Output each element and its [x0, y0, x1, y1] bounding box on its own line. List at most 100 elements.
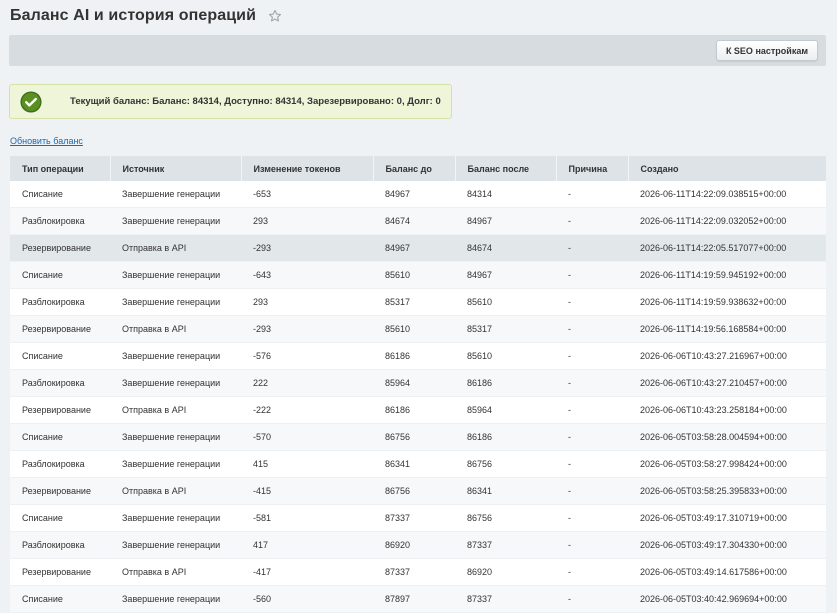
cell-reason: -: [556, 315, 628, 343]
cell-operation-type: Разблокировка: [10, 531, 110, 559]
cell-created: 2026-06-06T10:43:27.216967+00:00: [628, 342, 826, 370]
cell-created: 2026-06-11T14:22:09.032052+00:00: [628, 207, 826, 235]
cell-token-change: -222: [241, 396, 373, 424]
cell-reason: -: [556, 558, 628, 586]
cell-balance-before: 85964: [373, 369, 455, 397]
table-row[interactable]: Резервирование Отправка в API -415 86756 863…: [10, 477, 826, 505]
cell-created: 2026-06-11T14:22:09.038515+00:00: [628, 181, 826, 208]
cell-created: 2026-06-05T03:49:17.310719+00:00: [628, 504, 826, 532]
cell-balance-after: 85610: [455, 342, 556, 370]
table-row[interactable]: Списание Завершение генерации -653 84967 843…: [10, 181, 826, 208]
cell-balance-before: 86756: [373, 423, 455, 451]
refresh-balance-link[interactable]: Обновить баланс: [10, 136, 83, 146]
cell-reason: -: [556, 423, 628, 451]
cell-reason: -: [556, 504, 628, 532]
table-row[interactable]: Списание Завершение генерации -643 85610 849…: [10, 261, 826, 289]
cell-reason: -: [556, 234, 628, 262]
cell-token-change: 222: [241, 369, 373, 397]
cell-operation-type: Резервирование: [10, 315, 110, 343]
cell-source: Отправка в API: [110, 477, 241, 505]
table-header-row: Тип операции Источник Изменение токенов Бал…: [10, 156, 826, 181]
cell-balance-after: 86341: [455, 477, 556, 505]
page: Баланс AI и история операций К SEO настр…: [0, 0, 837, 613]
table-row[interactable]: Разблокировка Завершение генерации 417 8692…: [10, 531, 826, 559]
table-row[interactable]: Разблокировка Завершение генерации 293 8467…: [10, 207, 826, 235]
page-title: Баланс AI и история операций: [10, 7, 257, 24]
toolbar: К SEO настройкам: [9, 35, 826, 66]
table-row[interactable]: Разблокировка Завершение генерации 415 8634…: [10, 450, 826, 478]
cell-balance-after: 86920: [455, 558, 556, 586]
table-row[interactable]: Списание Завершение генерации -581 87337 867…: [10, 504, 826, 532]
cell-operation-type: Резервирование: [10, 234, 110, 262]
cell-source: Завершение генерации: [110, 450, 241, 478]
cell-source: Завершение генерации: [110, 207, 241, 235]
cell-balance-after: 86186: [455, 423, 556, 451]
cell-source: Завершение генерации: [110, 531, 241, 559]
cell-balance-before: 87337: [373, 504, 455, 532]
cell-balance-before: 86341: [373, 450, 455, 478]
column-header-source[interactable]: Источник: [110, 156, 242, 181]
table-row[interactable]: Списание Завершение генерации -560 87897 873…: [10, 585, 826, 613]
cell-reason: -: [556, 585, 628, 613]
cell-balance-after: 86756: [455, 504, 556, 532]
cell-created: 2026-06-05T03:40:42.969694+00:00: [628, 585, 826, 613]
cell-source: Завершение генерации: [110, 181, 241, 208]
table-row[interactable]: Разблокировка Завершение генерации 293 8531…: [10, 288, 826, 316]
column-header-balance-after[interactable]: Баланс после: [455, 156, 557, 181]
table-header: Тип операции Источник Изменение токенов Бал…: [10, 156, 826, 181]
cell-source: Завершение генерации: [110, 261, 241, 289]
cell-balance-after: 85317: [455, 315, 556, 343]
cell-balance-after: 84674: [455, 234, 556, 262]
cell-operation-type: Разблокировка: [10, 207, 110, 235]
table-row[interactable]: Разблокировка Завершение генерации 222 8596…: [10, 369, 826, 397]
cell-balance-after: 84314: [455, 181, 556, 208]
cell-created: 2026-06-05T03:49:17.304330+00:00: [628, 531, 826, 559]
cell-operation-type: Списание: [10, 423, 110, 451]
cell-balance-after: 84967: [455, 261, 556, 289]
title-row: Баланс AI и история операций: [10, 4, 282, 28]
column-header-reason[interactable]: Причина: [556, 156, 629, 181]
cell-balance-before: 85610: [373, 261, 455, 289]
column-header-created[interactable]: Создано: [628, 156, 826, 181]
cell-balance-before: 85317: [373, 288, 455, 316]
cell-balance-after: 86756: [455, 450, 556, 478]
table-row[interactable]: Резервирование Отправка в API -417 87337 869…: [10, 558, 826, 586]
table-row[interactable]: Резервирование Отправка в API -293 84967 846…: [10, 234, 826, 262]
cell-balance-before: 87897: [373, 585, 455, 613]
check-circle-icon: [20, 91, 42, 113]
table-row[interactable]: Резервирование Отправка в API -293 85610 853…: [10, 315, 826, 343]
column-header-balance-before[interactable]: Баланс до: [373, 156, 456, 181]
cell-operation-type: Списание: [10, 504, 110, 532]
cell-balance-after: 85610: [455, 288, 556, 316]
cell-created: 2026-06-06T10:43:23.258184+00:00: [628, 396, 826, 424]
cell-balance-after: 85964: [455, 396, 556, 424]
cell-operation-type: Списание: [10, 585, 110, 613]
balance-notice-text: Текущий баланс: Баланс: 84314, Доступно:…: [70, 96, 441, 107]
cell-reason: -: [556, 369, 628, 397]
cell-created: 2026-06-11T14:22:05.517077+00:00: [628, 234, 826, 262]
cell-balance-after: 87337: [455, 531, 556, 559]
table-row[interactable]: Резервирование Отправка в API -222 86186 859…: [10, 396, 826, 424]
cell-token-change: -293: [241, 315, 373, 343]
cell-operation-type: Списание: [10, 181, 110, 208]
cell-token-change: -415: [241, 477, 373, 505]
cell-operation-type: Списание: [10, 261, 110, 289]
cell-token-change: 417: [241, 531, 373, 559]
cell-token-change: -570: [241, 423, 373, 451]
cell-balance-after: 86186: [455, 369, 556, 397]
column-header-operation-type[interactable]: Тип операции: [10, 156, 111, 181]
cell-created: 2026-06-05T03:58:27.998424+00:00: [628, 450, 826, 478]
cell-created: 2026-06-05T03:58:25.395833+00:00: [628, 477, 826, 505]
seo-settings-button[interactable]: К SEO настройкам: [715, 40, 818, 61]
cell-token-change: 415: [241, 450, 373, 478]
cell-source: Завершение генерации: [110, 585, 241, 613]
star-icon[interactable]: [268, 9, 282, 23]
cell-balance-before: 84967: [373, 234, 455, 262]
cell-token-change: -643: [241, 261, 373, 289]
cell-operation-type: Разблокировка: [10, 369, 110, 397]
table-row[interactable]: Списание Завершение генерации -570 86756 861…: [10, 423, 826, 451]
balance-notice: Текущий баланс: Баланс: 84314, Доступно:…: [9, 84, 452, 119]
table-row[interactable]: Списание Завершение генерации -576 86186 856…: [10, 342, 826, 370]
column-header-token-change[interactable]: Изменение токенов: [241, 156, 374, 181]
cell-source: Завершение генерации: [110, 288, 241, 316]
